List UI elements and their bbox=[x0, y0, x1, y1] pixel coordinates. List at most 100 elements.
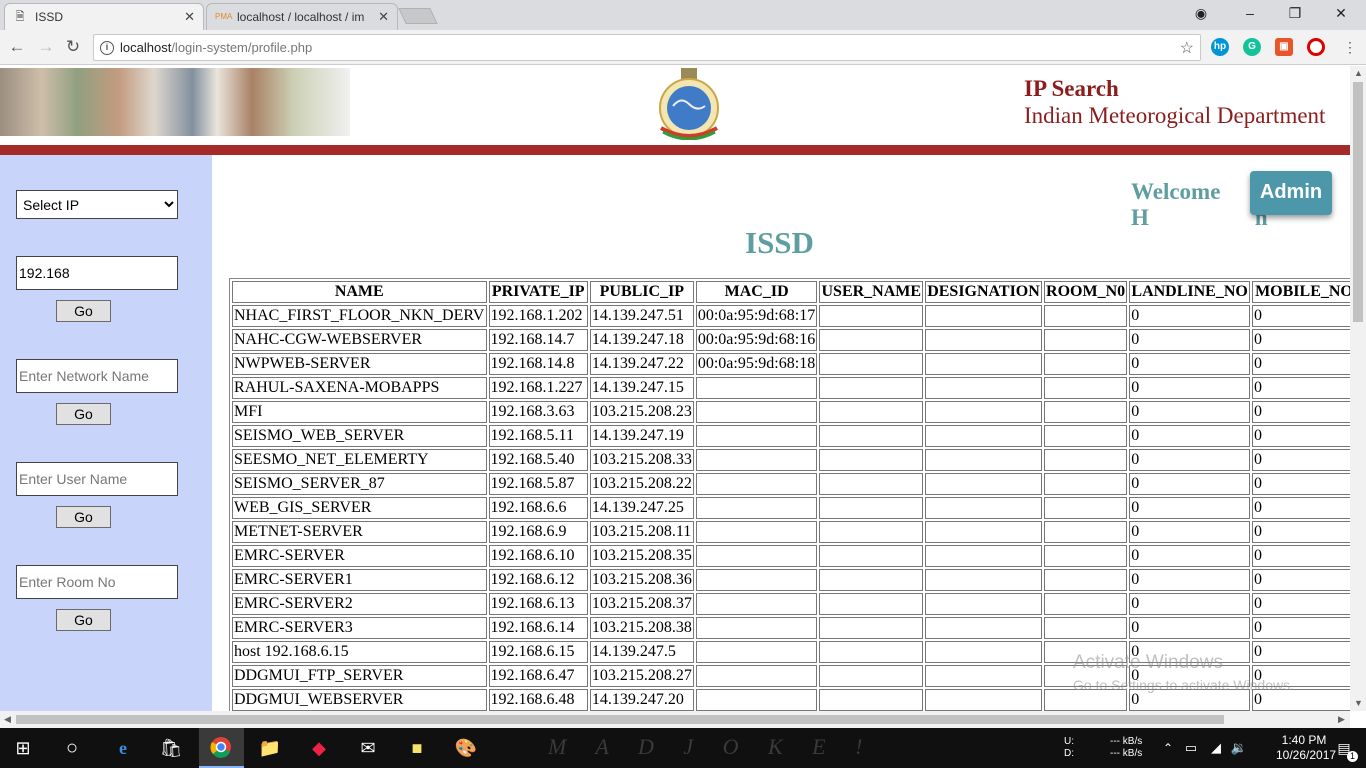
scroll-up-icon[interactable]: ▲ bbox=[1354, 68, 1363, 78]
table-cell: 192.168.6.47 bbox=[488, 665, 588, 687]
hp-extension-icon[interactable]: hp bbox=[1211, 38, 1229, 56]
network-go-button[interactable]: Go bbox=[56, 403, 111, 425]
room-go-button[interactable]: Go bbox=[56, 609, 111, 631]
table-cell bbox=[1043, 425, 1128, 447]
store-icon[interactable]: 🛍 bbox=[159, 736, 183, 760]
table-cell bbox=[1043, 569, 1128, 591]
windows-start-icon[interactable]: ⊞ bbox=[11, 736, 35, 760]
activate-windows-title: Activate Windows bbox=[1073, 652, 1223, 673]
mail-icon[interactable]: ✉ bbox=[356, 736, 380, 760]
ip-search-input[interactable] bbox=[16, 256, 178, 290]
table-cell: 0 bbox=[1251, 641, 1350, 663]
user-go-button[interactable]: Go bbox=[56, 506, 111, 528]
table-cell: 103.215.208.33 bbox=[589, 449, 694, 471]
table-cell: 103.215.208.37 bbox=[589, 593, 694, 615]
table-cell: 0 bbox=[1129, 401, 1250, 423]
table-row: EMRC-SERVER3 192.168.6.14 103.215.208.38 0 0 bbox=[232, 617, 1350, 639]
image-extension-icon[interactable]: ▣ bbox=[1275, 38, 1293, 56]
menu-icon[interactable]: ⋮ bbox=[1340, 39, 1360, 56]
battery-icon[interactable]: ▭ bbox=[1179, 736, 1203, 760]
vertical-scroll-thumb[interactable] bbox=[1353, 82, 1363, 322]
column-header: PUBLIC_IP bbox=[589, 281, 694, 303]
forward-icon[interactable]: → bbox=[36, 37, 56, 57]
scroll-right-icon[interactable]: ▶ bbox=[1338, 714, 1345, 725]
close-window-icon[interactable]: ✕ bbox=[1331, 5, 1351, 22]
reload-icon[interactable]: ↻ bbox=[63, 37, 83, 57]
table-cell: 0 bbox=[1129, 329, 1250, 351]
table-cell: 00:0a:95:9d:68:18 bbox=[695, 353, 818, 375]
restore-icon[interactable]: ❐ bbox=[1285, 5, 1305, 22]
table-cell bbox=[925, 449, 1042, 471]
system-clock[interactable]: 1:40 PM 10/26/2017 bbox=[1276, 733, 1336, 763]
table-cell: 0 bbox=[1251, 521, 1350, 543]
table-cell: 0 bbox=[1129, 353, 1250, 375]
grammarly-extension-icon[interactable]: G bbox=[1243, 38, 1261, 56]
activate-windows-hint: Go to Settings to activate Windows. bbox=[1073, 677, 1294, 693]
table-cell: 0 bbox=[1129, 521, 1250, 543]
table-cell: 0 bbox=[1251, 401, 1350, 423]
minimize-icon[interactable]: – bbox=[1240, 5, 1260, 21]
table-cell bbox=[925, 497, 1042, 519]
wifi-icon[interactable]: ◢ bbox=[1204, 736, 1228, 760]
network-name-input[interactable] bbox=[16, 359, 178, 393]
user-name-input[interactable] bbox=[16, 462, 178, 496]
site-title: IP Search bbox=[1024, 76, 1119, 101]
vertical-scrollbar[interactable]: ▲ ▼ bbox=[1350, 66, 1366, 711]
table-cell: 0 bbox=[1129, 497, 1250, 519]
table-cell: NAHC-CGW-WEBSERVER bbox=[232, 329, 487, 351]
git-icon[interactable]: ◆ bbox=[307, 736, 331, 760]
profile-icon[interactable]: ◉ bbox=[1191, 5, 1211, 22]
address-bar[interactable]: i localhost/login-system/profile.php ☆ bbox=[93, 34, 1201, 61]
table-cell: 192.168.6.9 bbox=[488, 521, 588, 543]
chrome-icon[interactable] bbox=[209, 736, 233, 760]
table-row: METNET-SERVER 192.168.6.9 103.215.208.11 0 0 bbox=[232, 521, 1350, 543]
search-icon[interactable]: ○ bbox=[60, 736, 84, 760]
select-ip-dropdown[interactable]: Select IP bbox=[16, 190, 178, 219]
tab-issd[interactable]: 🗎 ISSD ✕ bbox=[4, 3, 204, 30]
table-cell: 00:0a:95:9d:68:16 bbox=[695, 329, 818, 351]
ip-go-button[interactable]: Go bbox=[56, 300, 111, 322]
paint-icon[interactable]: 🎨 bbox=[454, 736, 478, 760]
tab-phpmyadmin[interactable]: PMA localhost / localhost / im ✕ bbox=[206, 3, 398, 30]
table-row: EMRC-SERVER2 192.168.6.13 103.215.208.37 0 0 bbox=[232, 593, 1350, 615]
table-cell: 0 bbox=[1251, 545, 1350, 567]
table-cell bbox=[695, 689, 818, 711]
edge-icon[interactable]: e bbox=[111, 736, 135, 760]
table-cell: 192.168.1.227 bbox=[488, 377, 588, 399]
scroll-left-icon[interactable]: ◀ bbox=[4, 714, 11, 725]
close-tab-icon[interactable]: ✕ bbox=[184, 9, 195, 25]
table-cell: 103.215.208.22 bbox=[589, 473, 694, 495]
table-cell bbox=[925, 329, 1042, 351]
table-cell bbox=[819, 425, 924, 447]
header-divider bbox=[0, 145, 1350, 155]
action-center-icon[interactable]: ▤ 1 bbox=[1332, 736, 1358, 762]
close-tab-icon[interactable]: ✕ bbox=[378, 9, 389, 25]
table-cell bbox=[1043, 305, 1128, 327]
file-explorer-icon[interactable]: 📁 bbox=[258, 736, 282, 760]
volume-icon[interactable]: 🔉 bbox=[1227, 736, 1251, 760]
opera-extension-icon[interactable] bbox=[1307, 38, 1325, 56]
info-icon[interactable]: i bbox=[100, 40, 114, 55]
table-cell: EMRC-SERVER bbox=[232, 545, 487, 567]
scroll-down-icon[interactable]: ▼ bbox=[1354, 698, 1363, 708]
column-header: NAME bbox=[232, 281, 487, 303]
show-hidden-icons-icon[interactable]: ⌃ bbox=[1156, 736, 1180, 760]
table-cell bbox=[695, 569, 818, 591]
table-cell: 0 bbox=[1129, 569, 1250, 591]
table-cell bbox=[1043, 449, 1128, 471]
back-icon[interactable]: ← bbox=[7, 37, 27, 57]
bookmark-star-icon[interactable]: ☆ bbox=[1180, 38, 1194, 58]
admin-button[interactable]: Admin bbox=[1250, 171, 1332, 215]
table-cell: host 192.168.6.15 bbox=[232, 641, 487, 663]
table-cell: MFI bbox=[232, 401, 487, 423]
table-cell: SEISMO_WEB_SERVER bbox=[232, 425, 487, 447]
sticky-notes-icon[interactable]: ■ bbox=[405, 736, 429, 760]
new-tab-button[interactable] bbox=[398, 8, 438, 24]
horizontal-scrollbar[interactable]: ◀ ▶ bbox=[0, 711, 1350, 728]
room-no-input[interactable] bbox=[16, 565, 178, 599]
phpmyadmin-icon: PMA bbox=[215, 12, 233, 21]
main-content: Welcome Hn Admin ISSD NAME PRIVATE_IP PUBL… bbox=[212, 155, 1350, 711]
horizontal-scroll-thumb[interactable] bbox=[16, 715, 1224, 724]
tab-bar: 🗎 ISSD ✕ PMA localhost / localhost / im … bbox=[0, 0, 1366, 30]
table-cell bbox=[1043, 617, 1128, 639]
